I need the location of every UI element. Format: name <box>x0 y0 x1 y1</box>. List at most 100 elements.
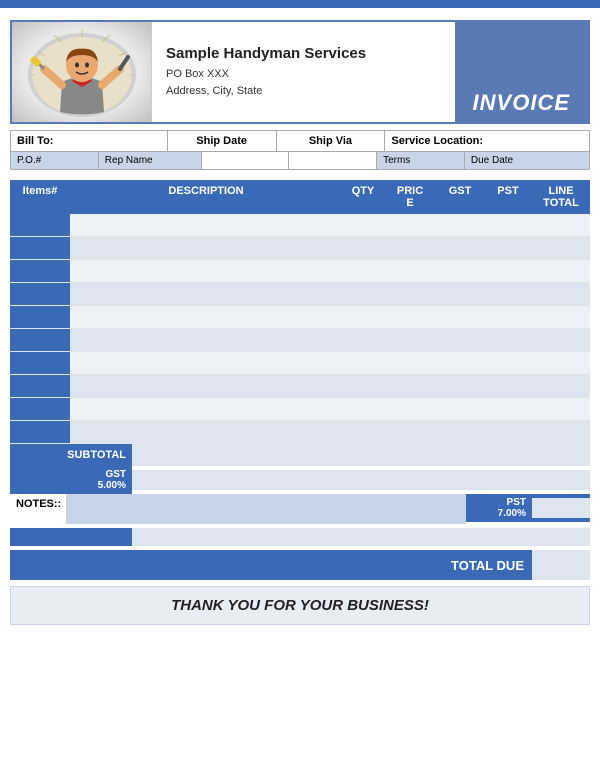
table-row[interactable] <box>10 352 590 375</box>
row-description[interactable] <box>70 398 342 420</box>
row-line-total[interactable] <box>532 352 590 374</box>
row-price[interactable] <box>384 375 436 397</box>
row-line-total[interactable] <box>532 214 590 236</box>
row-item-num[interactable] <box>10 214 70 236</box>
table-row[interactable] <box>10 398 590 421</box>
rep-field[interactable]: Rep Name <box>99 152 202 169</box>
table-row[interactable] <box>10 260 590 283</box>
row-description[interactable] <box>70 260 342 282</box>
notes-content[interactable] <box>66 494 466 524</box>
pst-value[interactable] <box>532 498 590 518</box>
row-description[interactable] <box>70 306 342 328</box>
row-qty[interactable] <box>342 375 384 397</box>
row-description[interactable] <box>70 421 342 443</box>
row-item-num[interactable] <box>10 260 70 282</box>
row-price[interactable] <box>384 398 436 420</box>
row-item-num[interactable] <box>10 375 70 397</box>
row-line-total[interactable] <box>532 237 590 259</box>
row-pst[interactable] <box>484 329 532 351</box>
row-line-total[interactable] <box>532 375 590 397</box>
col-header-description: DESCRIPTION <box>70 180 342 214</box>
row-pst[interactable] <box>484 306 532 328</box>
row-price[interactable] <box>384 214 436 236</box>
row-gst[interactable] <box>436 214 484 236</box>
row-price[interactable] <box>384 306 436 328</box>
col-header-price: PRICE <box>384 180 436 214</box>
row-pst[interactable] <box>484 214 532 236</box>
ship-via-value[interactable] <box>289 152 377 169</box>
row-price[interactable] <box>384 421 436 443</box>
row-description[interactable] <box>70 283 342 305</box>
row-pst[interactable] <box>484 421 532 443</box>
row-qty[interactable] <box>342 398 384 420</box>
po-field[interactable]: P.O.# <box>11 152 99 169</box>
row-line-total[interactable] <box>532 283 590 305</box>
row-line-total[interactable] <box>532 306 590 328</box>
row-gst[interactable] <box>436 237 484 259</box>
row-gst[interactable] <box>436 421 484 443</box>
table-row[interactable] <box>10 375 590 398</box>
row-item-num[interactable] <box>10 306 70 328</box>
row-pst[interactable] <box>484 237 532 259</box>
pst-block: PST 7.00% <box>466 494 590 524</box>
row-gst[interactable] <box>436 260 484 282</box>
row-qty[interactable] <box>342 329 384 351</box>
table-row[interactable] <box>10 283 590 306</box>
table-row[interactable] <box>10 421 590 444</box>
row-gst[interactable] <box>436 375 484 397</box>
row-gst[interactable] <box>436 398 484 420</box>
table-row[interactable] <box>10 306 590 329</box>
row-gst[interactable] <box>436 329 484 351</box>
row-line-total[interactable] <box>532 421 590 443</box>
row-price[interactable] <box>384 283 436 305</box>
row-pst[interactable] <box>484 398 532 420</box>
row-qty[interactable] <box>342 237 384 259</box>
subtotal-value[interactable] <box>532 444 590 466</box>
terms-field[interactable]: Terms <box>377 152 465 169</box>
row-price[interactable] <box>384 352 436 374</box>
ship-via-header: Ship Via <box>277 131 386 151</box>
table-row[interactable] <box>10 237 590 260</box>
row-qty[interactable] <box>342 306 384 328</box>
row-qty[interactable] <box>342 260 384 282</box>
table-row[interactable] <box>10 329 590 352</box>
row-gst[interactable] <box>436 306 484 328</box>
row-pst[interactable] <box>484 260 532 282</box>
row-line-total[interactable] <box>532 260 590 282</box>
gst-spacer <box>132 470 532 490</box>
row-item-num[interactable] <box>10 352 70 374</box>
col-header-items: Items# <box>10 180 70 214</box>
row-line-total[interactable] <box>532 398 590 420</box>
items-table: Items# DESCRIPTION QTY PRICE GST PST LIN… <box>10 180 590 444</box>
due-date-field[interactable]: Due Date <box>465 152 589 169</box>
row-pst[interactable] <box>484 352 532 374</box>
row-qty[interactable] <box>342 283 384 305</box>
row-line-total[interactable] <box>532 329 590 351</box>
row-price[interactable] <box>384 329 436 351</box>
row-pst[interactable] <box>484 375 532 397</box>
row-item-num[interactable] <box>10 329 70 351</box>
table-row[interactable] <box>10 214 590 237</box>
row-item-num[interactable] <box>10 237 70 259</box>
row-price[interactable] <box>384 237 436 259</box>
total-due-value[interactable] <box>532 550 590 580</box>
row-description[interactable] <box>70 214 342 236</box>
row-qty[interactable] <box>342 352 384 374</box>
row-item-num[interactable] <box>10 283 70 305</box>
row-description[interactable] <box>70 352 342 374</box>
spacer-row-1 <box>10 528 590 546</box>
row-qty[interactable] <box>342 214 384 236</box>
ship-date-value[interactable] <box>202 152 290 169</box>
row-description[interactable] <box>70 329 342 351</box>
row-gst[interactable] <box>436 283 484 305</box>
row-item-num[interactable] <box>10 398 70 420</box>
row-price[interactable] <box>384 260 436 282</box>
row-qty[interactable] <box>342 421 384 443</box>
service-location-label: Service Location: <box>391 135 483 147</box>
row-pst[interactable] <box>484 283 532 305</box>
row-description[interactable] <box>70 237 342 259</box>
row-gst[interactable] <box>436 352 484 374</box>
gst-value[interactable] <box>532 470 590 490</box>
row-description[interactable] <box>70 375 342 397</box>
row-item-num[interactable] <box>10 421 70 443</box>
